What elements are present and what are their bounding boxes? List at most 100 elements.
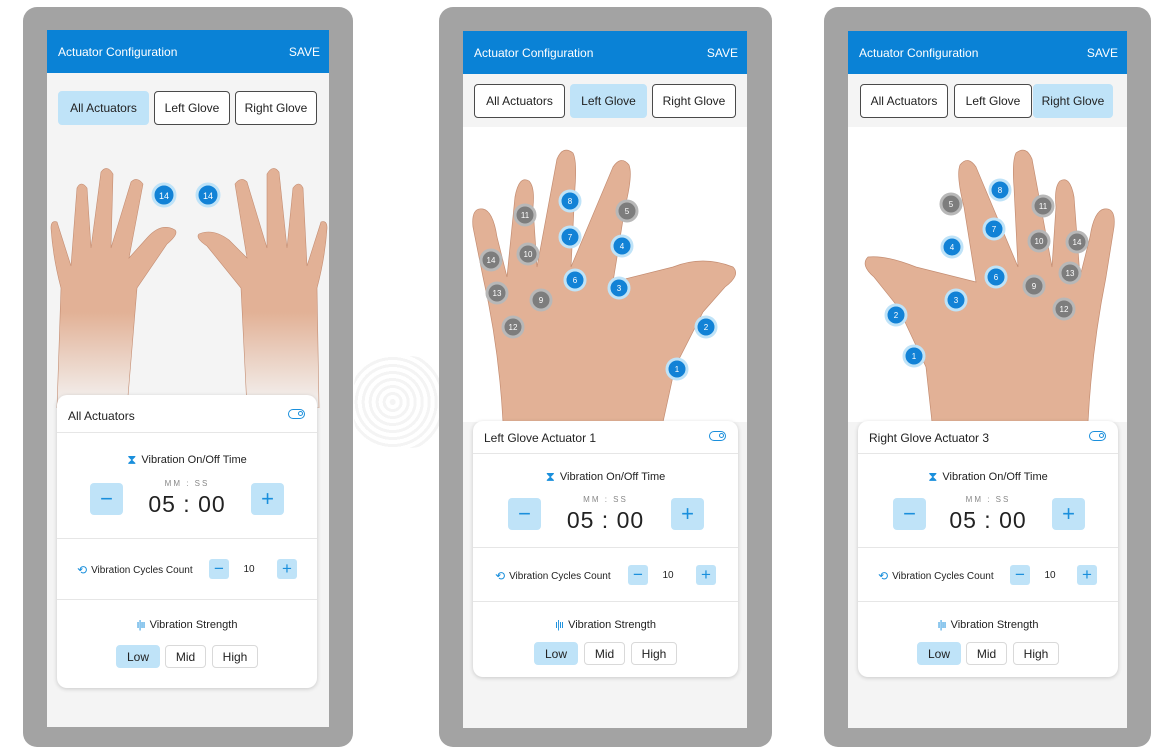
- actuator-marker[interactable]: 3: [944, 288, 968, 312]
- app-screen: Actuator Configuration SAVE All Actuator…: [463, 31, 747, 728]
- app-screen: Actuator Configuration SAVE All Actuator…: [47, 30, 329, 727]
- hands-image-area: 14 14: [47, 148, 329, 408]
- actuator-marker-label: 7: [568, 233, 573, 242]
- actuator-marker[interactable]: 14: [151, 182, 177, 208]
- tab-right-glove[interactable]: Right Glove: [1033, 84, 1113, 118]
- time-decrease-button[interactable]: −: [893, 498, 926, 530]
- actuator-marker-label: 4: [950, 243, 955, 252]
- actuator-marker[interactable]: 13: [1058, 261, 1082, 285]
- glove-tabs: All Actuators Left Glove Right Glove: [463, 84, 747, 120]
- actuator-marker[interactable]: 4: [940, 235, 964, 259]
- actuator-marker-label: 7: [992, 225, 997, 234]
- tab-left-glove[interactable]: Left Glove: [954, 84, 1032, 118]
- actuator-marker-label: 3: [617, 284, 622, 293]
- divider: [858, 547, 1118, 548]
- actuator-marker[interactable]: 3: [607, 276, 631, 300]
- actuator-marker-label: 12: [509, 323, 518, 332]
- actuator-marker-label: 11: [521, 211, 530, 220]
- right-hand-illustration: 1234567891011121314: [864, 149, 1115, 422]
- actuator-marker[interactable]: 8: [988, 178, 1012, 202]
- save-button[interactable]: SAVE: [707, 46, 738, 60]
- actuator-marker[interactable]: 14: [1065, 230, 1089, 254]
- actuator-marker[interactable]: 1: [665, 357, 689, 381]
- vibration-time-label: ⧗ Vibration On/Off Time: [545, 469, 666, 484]
- cycles-label: ⟲ Vibration Cycles Count: [878, 569, 994, 583]
- actuator-marker[interactable]: 14: [195, 182, 221, 208]
- cycles-increase-button[interactable]: +: [696, 565, 716, 585]
- divider: [57, 538, 317, 539]
- time-decrease-button[interactable]: −: [90, 483, 123, 515]
- time-increase-button[interactable]: +: [1052, 498, 1085, 530]
- actuator-marker[interactable]: 2: [884, 303, 908, 327]
- actuator-marker[interactable]: 7: [558, 225, 582, 249]
- strength-mid-button[interactable]: Mid: [165, 645, 206, 668]
- actuator-marker[interactable]: 9: [529, 288, 553, 312]
- enable-toggle[interactable]: [1089, 431, 1106, 441]
- actuator-marker[interactable]: 10: [1027, 229, 1051, 253]
- actuator-marker-label: 5: [625, 207, 630, 216]
- tab-left-glove[interactable]: Left Glove: [154, 91, 230, 125]
- app-bar: Actuator Configuration SAVE: [463, 31, 747, 74]
- tab-all-actuators[interactable]: All Actuators: [474, 84, 565, 118]
- strength-mid-button[interactable]: Mid: [584, 642, 625, 665]
- hourglass-icon: ⧗: [545, 469, 555, 484]
- tab-all-actuators[interactable]: All Actuators: [860, 84, 948, 118]
- time-increase-button[interactable]: +: [251, 483, 284, 515]
- actuator-marker[interactable]: 8: [558, 189, 582, 213]
- phone-frame-right-glove: Actuator Configuration SAVE All Actuator…: [824, 7, 1151, 747]
- actuator-marker-label: 9: [1032, 282, 1037, 291]
- tab-right-glove[interactable]: Right Glove: [235, 91, 317, 125]
- actuator-marker[interactable]: 5: [939, 192, 963, 216]
- actuator-marker-label: 13: [1066, 269, 1075, 278]
- actuator-marker[interactable]: 14: [479, 248, 503, 272]
- cycles-increase-button[interactable]: +: [1077, 565, 1097, 585]
- actuator-marker-label: 4: [620, 242, 625, 251]
- tab-right-glove[interactable]: Right Glove: [652, 84, 736, 118]
- time-increase-button[interactable]: +: [671, 498, 704, 530]
- phone-frame-all-actuators: Actuator Configuration SAVE All Actuator…: [23, 7, 353, 747]
- actuator-marker[interactable]: 4: [610, 234, 634, 258]
- actuator-marker[interactable]: 7: [982, 217, 1006, 241]
- enable-toggle[interactable]: [709, 431, 726, 441]
- strength-label: ı|ıı Vibration Strength: [937, 619, 1039, 631]
- actuator-marker[interactable]: 11: [513, 203, 537, 227]
- cycles-decrease-button[interactable]: −: [628, 565, 648, 585]
- cycles-decrease-button[interactable]: −: [1010, 565, 1030, 585]
- actuator-marker[interactable]: 9: [1022, 274, 1046, 298]
- actuator-marker[interactable]: 12: [1052, 297, 1076, 321]
- cycles-value[interactable]: 10: [1032, 565, 1068, 585]
- actuator-marker-label: 3: [954, 296, 959, 305]
- strength-high-button[interactable]: High: [212, 645, 258, 668]
- actuator-marker[interactable]: 1: [902, 344, 926, 368]
- actuator-marker[interactable]: 13: [485, 281, 509, 305]
- tab-all-actuators[interactable]: All Actuators: [58, 91, 149, 125]
- time-decrease-button[interactable]: −: [508, 498, 541, 530]
- cycles-value[interactable]: 10: [650, 565, 686, 585]
- tab-left-glove[interactable]: Left Glove: [570, 84, 647, 118]
- strength-low-button[interactable]: Low: [917, 642, 961, 665]
- actuator-marker[interactable]: 2: [694, 315, 718, 339]
- strength-high-button[interactable]: High: [1013, 642, 1059, 665]
- actuator-marker-label: 14: [203, 191, 213, 201]
- actuator-marker-label: 14: [159, 191, 169, 201]
- actuator-marker[interactable]: 12: [501, 315, 525, 339]
- actuator-marker[interactable]: 10: [516, 242, 540, 266]
- actuator-marker-label: 1: [912, 352, 917, 361]
- card-title: Right Glove Actuator 3: [869, 431, 990, 445]
- actuator-marker[interactable]: 6: [563, 268, 587, 292]
- actuator-marker[interactable]: 5: [615, 199, 639, 223]
- cycles-increase-button[interactable]: +: [277, 559, 297, 579]
- actuator-marker-label: 9: [539, 296, 544, 305]
- actuator-marker[interactable]: 6: [984, 265, 1008, 289]
- strength-low-button[interactable]: Low: [116, 645, 160, 668]
- enable-toggle[interactable]: [288, 409, 305, 419]
- hourglass-icon: ⧗: [928, 469, 938, 484]
- strength-high-button[interactable]: High: [631, 642, 677, 665]
- cycles-decrease-button[interactable]: −: [209, 559, 229, 579]
- strength-low-button[interactable]: Low: [534, 642, 578, 665]
- actuator-marker[interactable]: 11: [1031, 194, 1055, 218]
- cycles-value[interactable]: 10: [231, 559, 267, 579]
- save-button[interactable]: SAVE: [289, 45, 320, 59]
- strength-mid-button[interactable]: Mid: [966, 642, 1007, 665]
- save-button[interactable]: SAVE: [1087, 46, 1118, 60]
